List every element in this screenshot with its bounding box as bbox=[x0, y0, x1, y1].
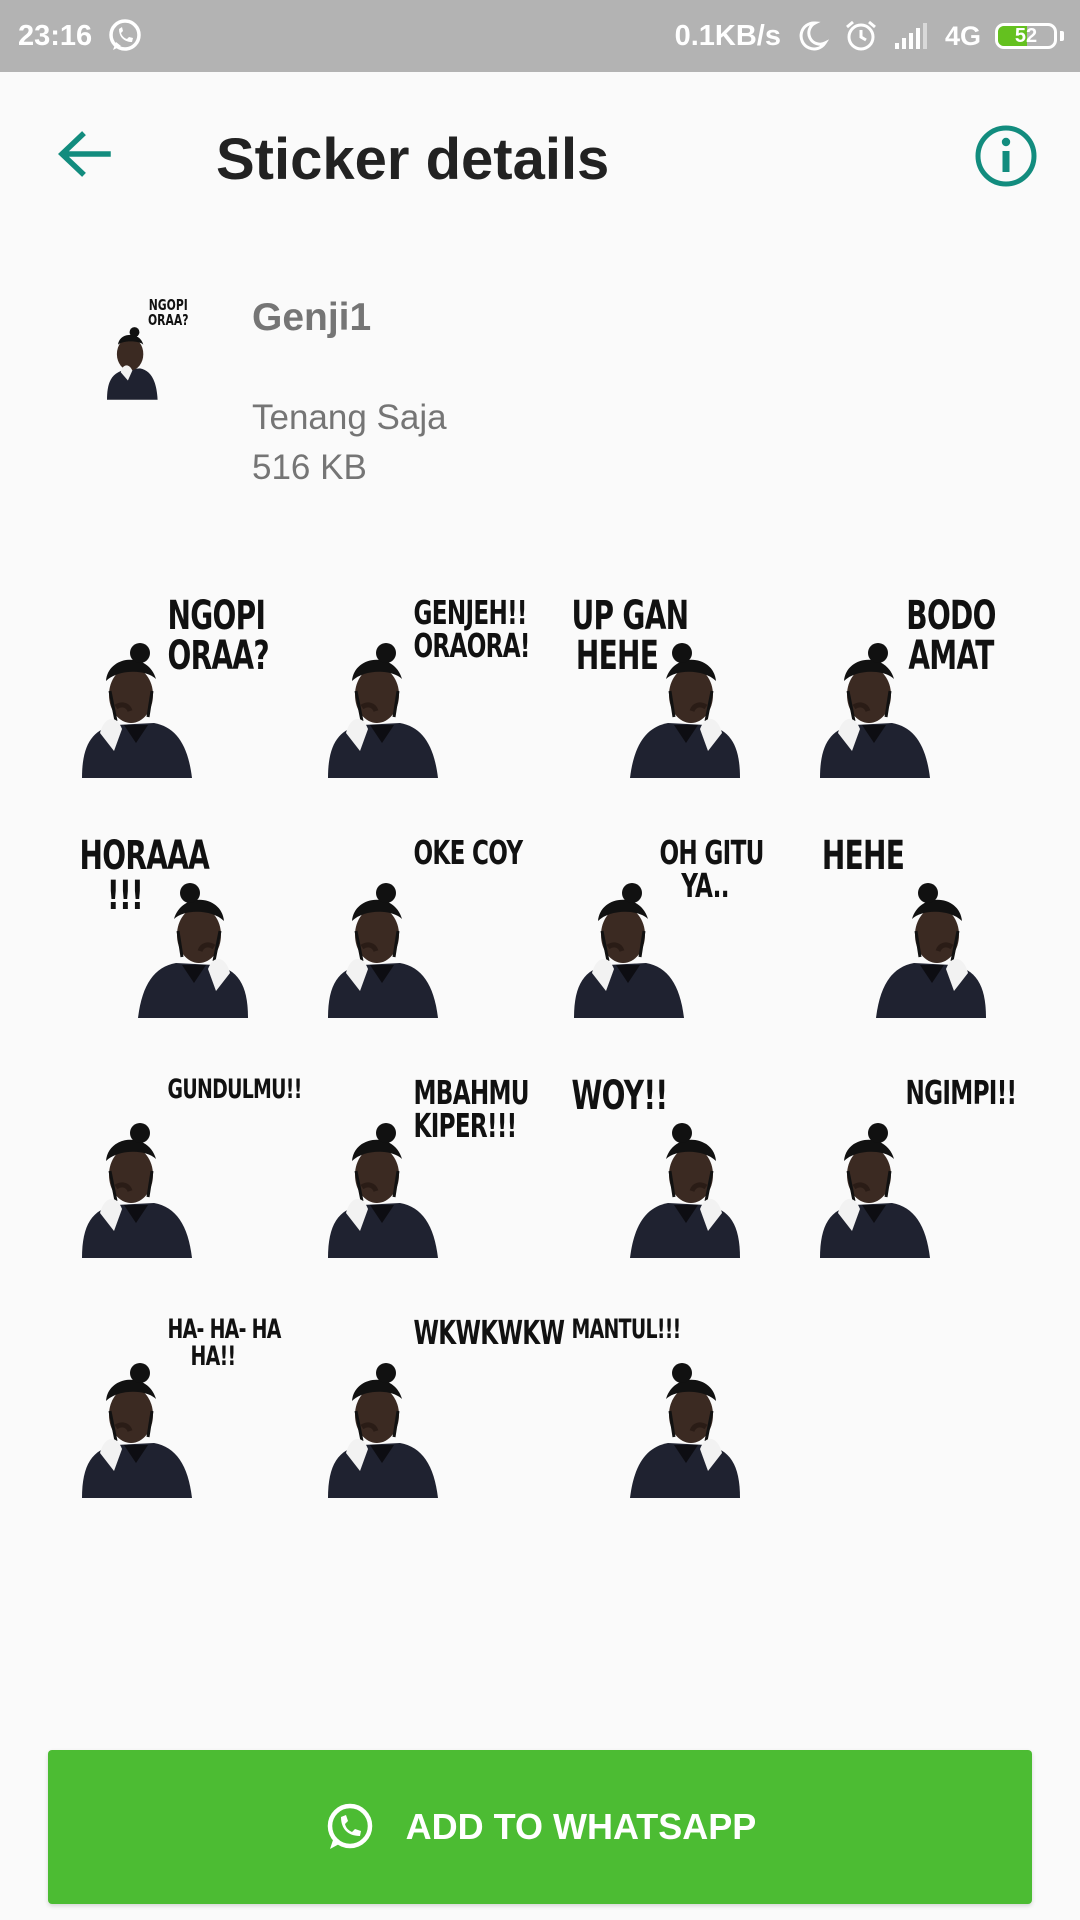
sticker-item[interactable]: WKWKWKW bbox=[316, 1308, 565, 1498]
network-speed: 0.1KB/s bbox=[674, 19, 781, 52]
sticker-item[interactable]: MBAHMU KIPER!!! bbox=[316, 1068, 530, 1258]
status-bar: 23:16 0.1KB/s 4G 52 bbox=[0, 0, 1080, 72]
sticker-caption: HORAAA !!! bbox=[79, 833, 210, 919]
sticker-item[interactable]: HA- HA- HA HA!! bbox=[70, 1308, 282, 1498]
sticker-caption: OKE COY bbox=[413, 833, 524, 872]
sticker-caption: GUNDULMU!! bbox=[167, 1074, 303, 1105]
sticker-caption: WOY!! bbox=[571, 1073, 669, 1119]
sticker-caption: BODO AMAT bbox=[906, 593, 996, 679]
sticker-item[interactable]: WOY!! bbox=[562, 1068, 752, 1258]
sticker-caption: OH GITU YA.. bbox=[659, 833, 765, 905]
sticker-item[interactable]: NGIMPI!! bbox=[808, 1068, 1018, 1258]
alarm-icon bbox=[843, 18, 879, 54]
arrow-left-icon bbox=[58, 131, 111, 177]
sticker-figure bbox=[328, 1363, 438, 1498]
battery-tip bbox=[1060, 31, 1064, 41]
sticker-item[interactable]: BODO AMAT bbox=[808, 588, 998, 778]
sticker-item[interactable]: OH GITU YA.. bbox=[562, 828, 765, 1018]
sticker-item[interactable]: NGOPI ORAA? bbox=[70, 588, 270, 778]
sticker-item[interactable]: GUNDULMU!! bbox=[70, 1068, 303, 1258]
sticker-caption: MANTUL!!! bbox=[571, 1314, 682, 1345]
back-button[interactable] bbox=[48, 124, 120, 184]
whatsapp-notification-icon bbox=[106, 17, 144, 55]
app-bar: Sticker details bbox=[0, 72, 1080, 242]
sticker-figure bbox=[328, 883, 438, 1018]
sticker-caption: HA- HA- HA HA!! bbox=[167, 1314, 282, 1372]
moon-icon bbox=[795, 19, 829, 53]
sticker-item[interactable]: UP GAN HEHE bbox=[562, 588, 752, 778]
pack-tray-caption: NGOPI ORAA? bbox=[148, 296, 189, 329]
sticker-item[interactable]: MANTUL!!! bbox=[562, 1308, 752, 1498]
info-icon bbox=[975, 125, 1037, 187]
sticker-caption: GENJEH!! ORAORA! bbox=[413, 593, 531, 665]
pack-size: 516 KB bbox=[252, 448, 367, 487]
pack-publisher: Tenang Saja bbox=[252, 398, 447, 437]
sticker-caption: NGIMPI!! bbox=[905, 1073, 1018, 1112]
add-button-label: ADD TO WHATSAPP bbox=[405, 1806, 757, 1847]
sticker-figure bbox=[82, 1123, 192, 1258]
sticker-caption: MBAHMU KIPER!!! bbox=[413, 1073, 530, 1145]
network-type: 4G bbox=[944, 20, 981, 51]
sticker-figure bbox=[630, 1363, 740, 1498]
sticker-figure bbox=[820, 1123, 930, 1258]
pack-name: Genji1 bbox=[252, 296, 372, 339]
sticker-item[interactable]: HEHE bbox=[808, 828, 998, 1018]
battery-level: 52 bbox=[1014, 24, 1038, 47]
status-bar-left: 23:16 bbox=[18, 17, 144, 55]
sticker-item[interactable]: GENJEH!! ORAORA! bbox=[316, 588, 531, 778]
sticker-item[interactable]: HORAAA !!! bbox=[70, 828, 260, 1018]
status-bar-right: 0.1KB/s 4G 52 bbox=[675, 18, 1064, 54]
sticker-figure bbox=[630, 1123, 740, 1258]
status-time: 23:16 bbox=[18, 19, 93, 52]
sticker-item[interactable]: OKE COY bbox=[316, 828, 524, 1018]
sticker-caption: UP GAN HEHE bbox=[571, 593, 690, 679]
whatsapp-icon bbox=[327, 1803, 372, 1849]
page-title: Sticker details bbox=[216, 127, 610, 192]
battery-icon: 52 bbox=[995, 23, 1057, 49]
signal-icon bbox=[893, 21, 931, 51]
sticker-figure bbox=[82, 1363, 192, 1498]
pack-tray-icon: NGOPI ORAA? bbox=[96, 292, 206, 402]
sticker-caption: WKWKWKW bbox=[413, 1313, 565, 1352]
sticker-figure bbox=[876, 883, 986, 1018]
add-to-whatsapp-button[interactable]: ADD TO WHATSAPP bbox=[48, 1750, 1032, 1904]
sticker-caption: HEHE bbox=[821, 833, 905, 879]
sticker-caption: NGOPI ORAA? bbox=[167, 593, 270, 679]
info-button[interactable] bbox=[974, 124, 1038, 188]
